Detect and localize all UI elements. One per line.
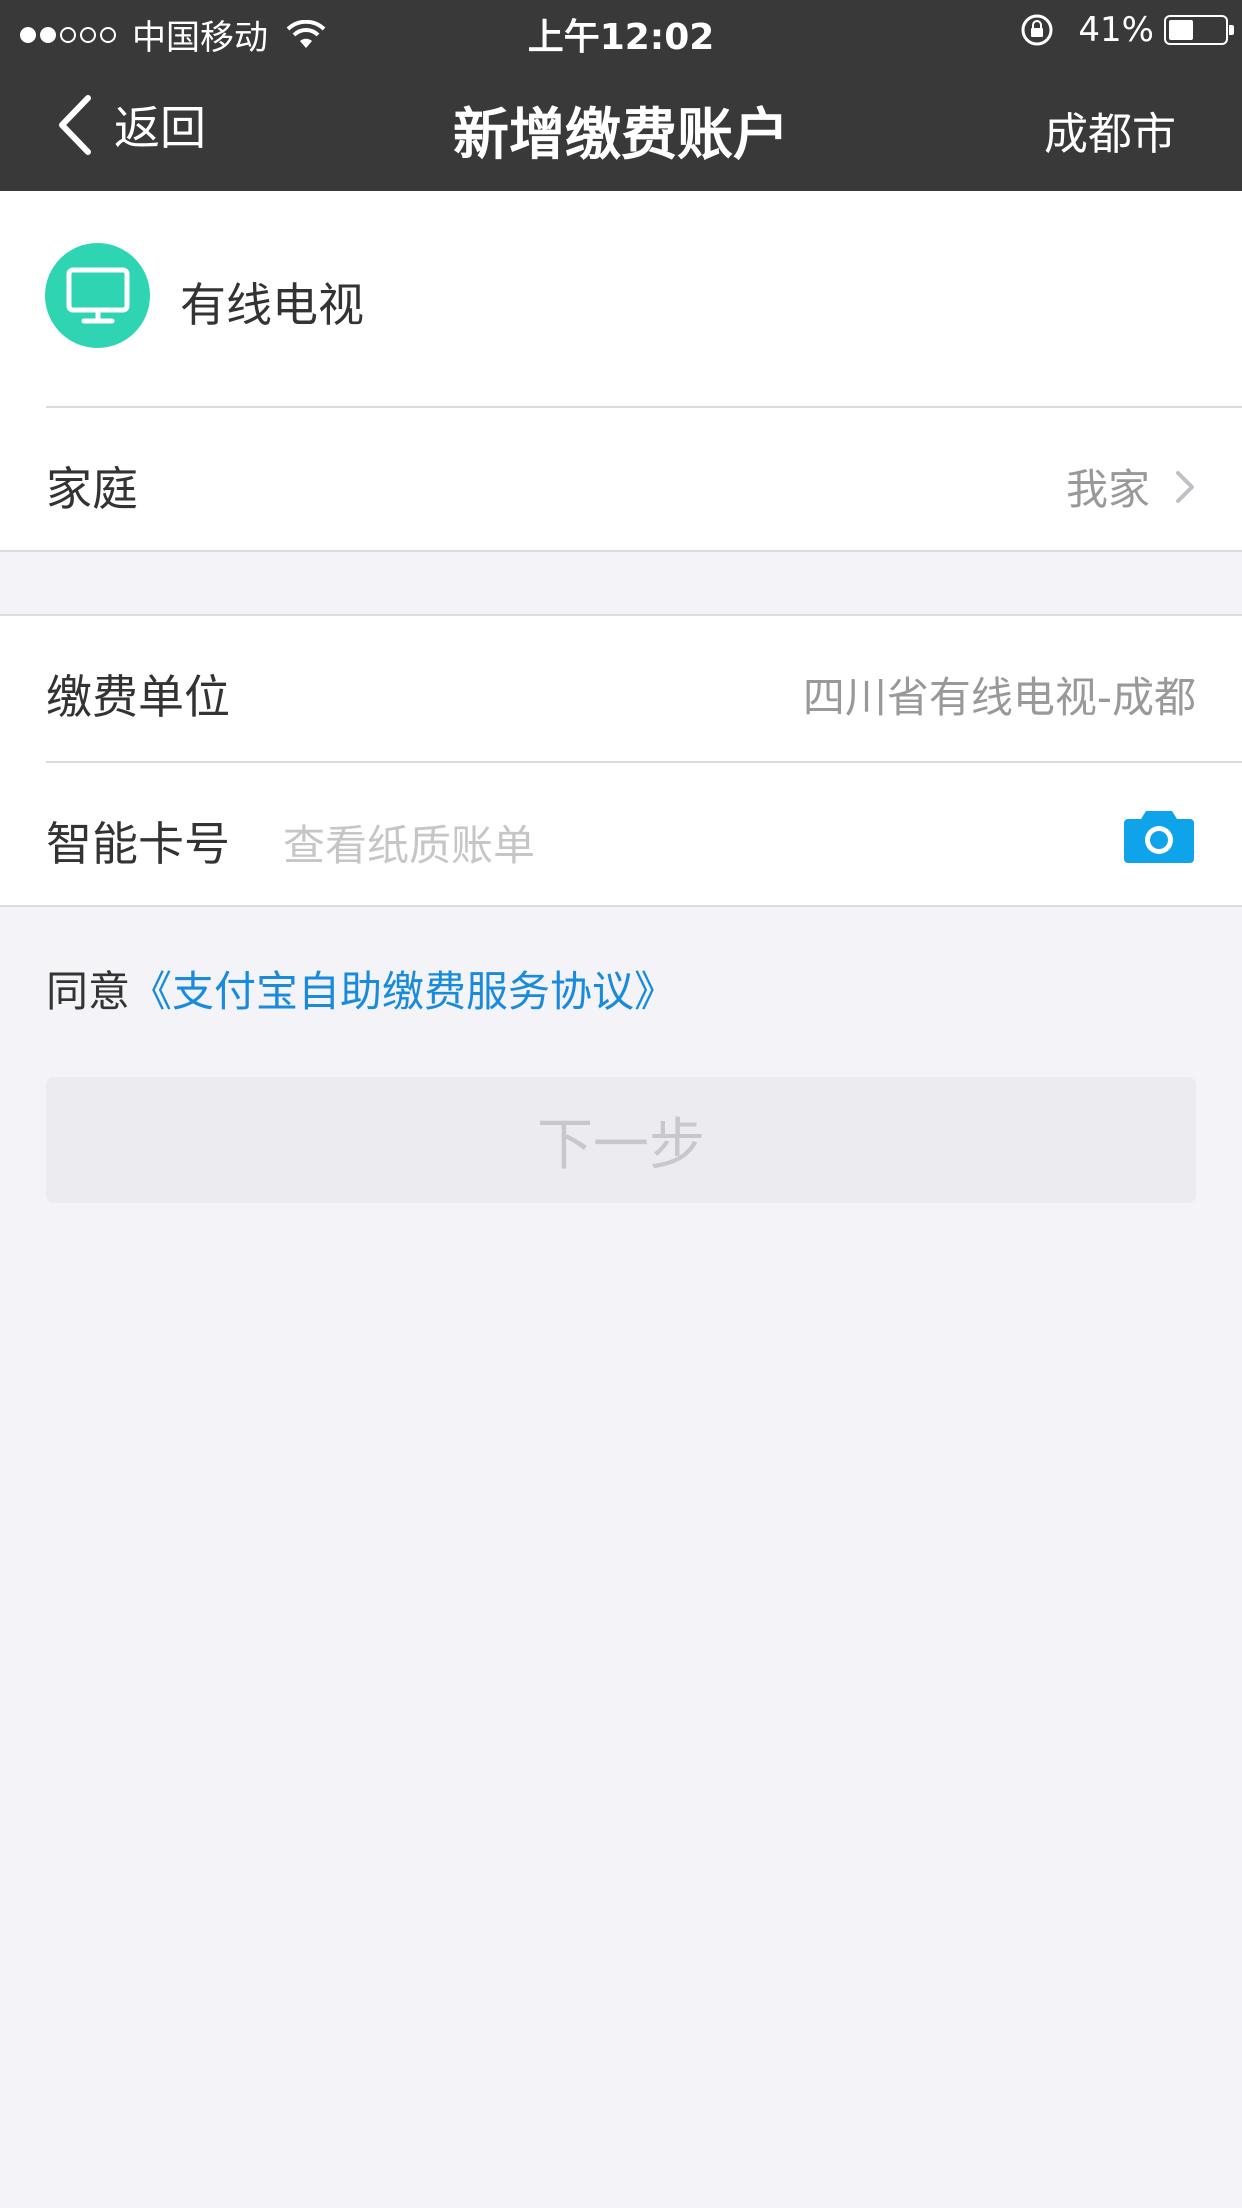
- battery-icon: [1164, 15, 1234, 45]
- agreement-prefix: 同意: [46, 967, 131, 1016]
- tv-icon: [45, 243, 150, 348]
- family-value: 我家: [1066, 456, 1196, 517]
- service-header: 有线电视: [0, 191, 1242, 406]
- family-row[interactable]: 家庭 我家: [0, 408, 1242, 553]
- next-button[interactable]: 下一步: [46, 1077, 1196, 1203]
- card-number-input[interactable]: 查看纸质账单: [283, 812, 535, 873]
- service-name: 有线电视: [180, 278, 364, 332]
- chevron-right-icon: [1176, 470, 1194, 503]
- header: 中国移动 上午12:02 41% 返回 新增缴费账户 成都市: [0, 0, 1242, 191]
- account-section: 缴费单位 四川省有线电视-成都 智能卡号 查看纸质账单: [0, 614, 1242, 907]
- payment-unit-value: 四川省有线电视-成都: [802, 673, 1196, 722]
- status-right: 41%: [1020, 10, 1234, 50]
- family-value-text: 我家: [1065, 465, 1150, 514]
- status-bar: 中国移动 上午12:02 41%: [0, 0, 1242, 62]
- family-label: 家庭: [46, 462, 138, 516]
- card-number-label: 智能卡号: [46, 817, 230, 871]
- payment-unit-label: 缴费单位: [46, 670, 230, 724]
- rotation-lock-icon: [1021, 14, 1053, 46]
- service-section: 有线电视 家庭 我家: [0, 191, 1242, 552]
- agreement-text: 同意《支付宝自助缴费服务协议》: [46, 958, 676, 1019]
- city-selector[interactable]: 成都市: [1044, 98, 1176, 162]
- navigation-bar: 返回 新增缴费账户 成都市: [0, 62, 1242, 191]
- battery-percent: 41%: [1078, 10, 1154, 50]
- payment-unit-row: 缴费单位 四川省有线电视-成都: [0, 616, 1242, 761]
- card-number-row[interactable]: 智能卡号 查看纸质账单: [0, 763, 1242, 908]
- camera-icon[interactable]: [1122, 807, 1196, 865]
- agreement-link[interactable]: 《支付宝自助缴费服务协议》: [130, 967, 676, 1016]
